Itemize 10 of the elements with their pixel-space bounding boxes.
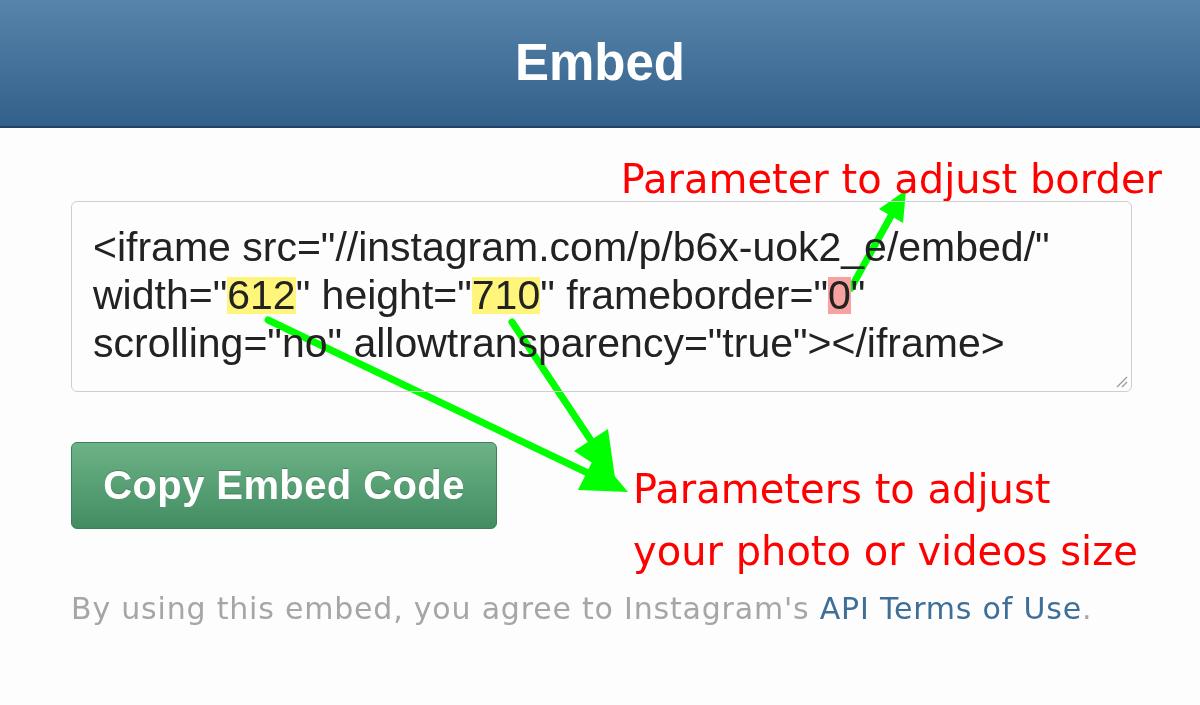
window-title: Embed bbox=[514, 33, 685, 94]
annotation-note: Parameters to adjust your photo or videos size bbox=[633, 465, 1138, 576]
terms-notice: By using this embed, you agree to Instagram's API Terms of Use. bbox=[71, 591, 1093, 627]
highlighted-value: 612 bbox=[227, 277, 296, 314]
resize-grip-icon[interactable] bbox=[1116, 376, 1128, 388]
highlighted-value: 0 bbox=[828, 277, 851, 314]
highlighted-value: 710 bbox=[471, 277, 541, 314]
terms-link[interactable]: API Terms of Use bbox=[819, 591, 1082, 626]
annotation-note: Parameter to adjust border bbox=[620, 157, 1162, 201]
copy-embed-code-button[interactable]: Copy Embed Code bbox=[71, 442, 497, 529]
